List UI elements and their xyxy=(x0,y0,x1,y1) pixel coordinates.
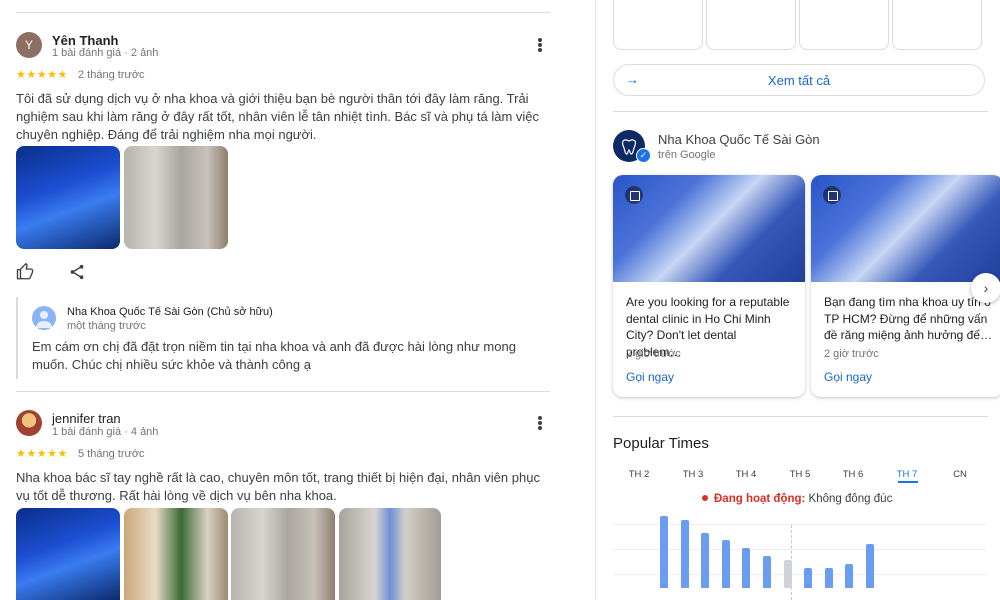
business-name[interactable]: Nha Khoa Quốc Tế Sài Gòn xyxy=(658,132,820,147)
share-icon[interactable] xyxy=(68,263,86,286)
call-now-link[interactable]: Gọi ngay xyxy=(824,370,872,384)
review-photo[interactable] xyxy=(124,508,228,600)
popular-times-bar[interactable] xyxy=(722,540,730,588)
review-photo[interactable] xyxy=(339,508,441,600)
chart-gridline xyxy=(613,549,986,550)
owner-avatar[interactable] xyxy=(32,306,56,330)
rating-stars: ★★★★★ xyxy=(16,69,68,81)
popular-times-bar[interactable] xyxy=(701,533,709,588)
popular-times-bar[interactable] xyxy=(763,556,771,588)
reviewer-meta: 1 bài đánh giá · 2 ảnh xyxy=(52,47,159,59)
day-tab-mon[interactable]: TH 2 xyxy=(624,469,654,480)
reviewer-avatar[interactable]: Y xyxy=(16,32,42,58)
business-sidebar: → Xem tất cả ✓ Nha Khoa Quốc Tế Sài Gòn … xyxy=(596,0,1000,600)
popular-times-bar[interactable] xyxy=(866,544,874,588)
review-photo[interactable] xyxy=(231,508,335,600)
more-options-icon[interactable] xyxy=(537,37,543,55)
day-tab-sat[interactable]: TH 7 xyxy=(892,469,922,480)
reviewer-meta: 1 bài đánh giá · 4 ảnh xyxy=(52,426,159,438)
review-date: 5 tháng trước xyxy=(78,448,145,460)
review-date: 2 tháng trước xyxy=(78,69,145,81)
owner-name: Nha Khoa Quốc Tế Sài Gòn (Chủ sở hữu) xyxy=(67,306,273,318)
live-dot-icon xyxy=(702,495,708,501)
see-all-button[interactable]: → Xem tất cả xyxy=(613,64,985,96)
popular-times-bar[interactable] xyxy=(742,548,750,588)
owner-reply-date: một tháng trước xyxy=(67,320,146,332)
thumbnail-tile[interactable] xyxy=(706,0,796,50)
review-photo[interactable] xyxy=(124,146,228,249)
popular-times-bar[interactable] xyxy=(660,516,668,588)
live-status: Đang hoạt động: Không đông đúc xyxy=(702,493,892,505)
see-all-label: Xem tất cả xyxy=(767,73,831,88)
post-time: 2 giờ trước xyxy=(626,348,681,360)
live-value: Không đông đúc xyxy=(808,493,893,505)
review-divider xyxy=(16,391,550,392)
day-tab-fri[interactable]: TH 6 xyxy=(838,469,868,480)
popular-times-bar[interactable] xyxy=(845,564,853,588)
like-icon[interactable] xyxy=(16,262,34,286)
day-tab-sun[interactable]: CN xyxy=(945,469,975,480)
owner-reply-bar xyxy=(16,297,18,379)
popular-times-bar[interactable] xyxy=(825,568,833,588)
verified-icon: ✓ xyxy=(636,148,651,163)
reviewer-avatar[interactable] xyxy=(16,410,42,436)
gallery-icon xyxy=(823,186,841,204)
call-now-link[interactable]: Gọi ngay xyxy=(626,370,674,384)
more-options-icon[interactable] xyxy=(537,415,543,433)
reviews-panel: Y Yên Thanh 1 bài đánh giá · 2 ảnh ★★★★★… xyxy=(0,0,565,600)
popular-times-bar[interactable] xyxy=(804,568,812,588)
post-image xyxy=(613,175,805,282)
day-tab-tue[interactable]: TH 3 xyxy=(678,469,708,480)
selected-day-indicator xyxy=(898,481,918,483)
chart-gridline xyxy=(613,574,986,575)
top-divider xyxy=(16,12,550,13)
thumbnail-tile[interactable] xyxy=(799,0,889,50)
thumbnail-tile[interactable] xyxy=(613,0,703,50)
reviewer-name[interactable]: Yên Thanh xyxy=(52,33,118,48)
business-post-card[interactable]: Are you looking for a reputable dental c… xyxy=(613,175,805,397)
day-tab-thu[interactable]: TH 5 xyxy=(785,469,815,480)
rating-stars: ★★★★★ xyxy=(16,448,68,460)
review-photo[interactable] xyxy=(16,508,120,600)
popular-times-title: Popular Times xyxy=(613,435,709,452)
review-text: Tôi đã sử dụng dịch vụ ở nha khoa và giớ… xyxy=(16,91,540,142)
post-text: Bạn đang tìm nha khoa uy tín ở TP HCM? Đ… xyxy=(824,295,993,342)
review-photo[interactable] xyxy=(16,146,120,249)
reviewer-name[interactable]: jennifer tran xyxy=(52,411,121,426)
chart-gridline xyxy=(613,524,986,525)
day-tab-wed[interactable]: TH 4 xyxy=(731,469,761,480)
business-source: trên Google xyxy=(658,149,716,161)
popular-times-bar[interactable] xyxy=(784,560,792,588)
section-divider xyxy=(613,111,988,112)
review-text: Nha khoa bác sĩ tay nghề rất là cao, chu… xyxy=(16,470,540,503)
chevron-right-icon[interactable]: › xyxy=(971,273,1000,303)
section-divider xyxy=(613,416,988,417)
owner-reply-text: Em cám ơn chị đã đặt trọn niềm tin tại n… xyxy=(32,339,516,372)
gallery-icon xyxy=(625,186,643,204)
post-time: 2 giờ trước xyxy=(824,348,879,360)
thumbnail-tile[interactable] xyxy=(892,0,982,50)
post-image xyxy=(811,175,1000,282)
popular-times-bar[interactable] xyxy=(681,520,689,588)
live-label: Đang hoạt động: xyxy=(714,493,806,505)
